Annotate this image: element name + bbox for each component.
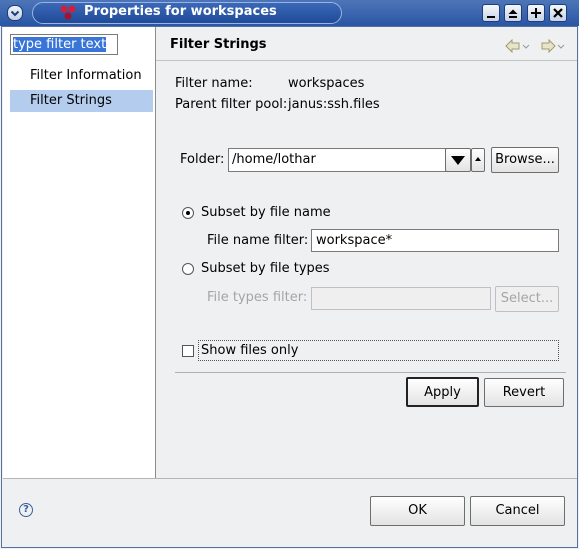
folder-label: Folder: (180, 152, 225, 167)
subset-by-types-radio[interactable] (182, 263, 194, 275)
browse-button-label: Browse... (495, 152, 555, 167)
sidebar-item-label: Filter Information (30, 68, 142, 83)
revert-button[interactable]: Revert (484, 378, 564, 407)
folder-value: /home/lothar (232, 152, 316, 167)
forward-arrow-icon[interactable] (540, 38, 566, 57)
footer-divider (3, 478, 577, 479)
filter-name-value: workspaces (288, 76, 365, 91)
file-name-filter-value: workspace* (316, 233, 393, 248)
show-files-only-checkbox[interactable] (182, 345, 194, 357)
cancel-button-label: Cancel (495, 503, 540, 518)
ok-button-label: OK (408, 503, 427, 518)
subset-by-name-radio[interactable] (182, 207, 194, 219)
ok-button[interactable]: OK (370, 496, 465, 526)
dropdown-arrow-icon (451, 156, 465, 165)
subset-by-types-label: Subset by file types (201, 261, 330, 276)
select-button[interactable]: Select... (495, 286, 559, 312)
parent-pool-label: Parent filter pool: (175, 97, 288, 112)
filter-name-label: Filter name: (175, 76, 253, 91)
content-divider (175, 372, 566, 373)
parent-pool-value: janus:ssh.files (288, 97, 380, 112)
help-icon[interactable]: ? (19, 503, 33, 517)
up-arrow-icon (475, 157, 481, 161)
minimize-icon[interactable] (482, 4, 500, 22)
subset-by-name-label: Subset by file name (201, 205, 331, 220)
header-divider (156, 60, 577, 61)
close-icon[interactable] (549, 4, 567, 22)
sidebar-item-label: Filter Strings (30, 93, 112, 108)
folder-history-button[interactable] (471, 148, 485, 172)
file-types-filter-label: File types filter: (207, 290, 308, 305)
app-icon (59, 4, 77, 25)
show-files-only-label: Show files only (201, 343, 299, 358)
window-title: Properties for workspaces (84, 4, 277, 19)
sidebar-item-filter-strings[interactable]: Filter Strings (10, 90, 153, 112)
browse-button[interactable]: Browse... (491, 147, 559, 173)
apply-button-label: Apply (424, 385, 461, 400)
file-name-filter-input[interactable]: workspace* (311, 229, 559, 252)
back-arrow-icon[interactable] (505, 38, 531, 57)
maximize-icon[interactable] (504, 4, 522, 22)
window-menu-icon[interactable] (7, 5, 23, 21)
sidebar-item-filter-information[interactable]: Filter Information (10, 65, 153, 87)
revert-button-label: Revert (502, 385, 546, 400)
cancel-button[interactable]: Cancel (470, 496, 565, 526)
filter-input[interactable]: type filter text (10, 34, 118, 55)
file-types-filter-input[interactable] (311, 287, 491, 310)
folder-dropdown-button[interactable] (445, 148, 471, 172)
apply-button[interactable]: Apply (406, 377, 479, 407)
restore-icon[interactable] (527, 4, 545, 22)
select-button-label: Select... (500, 291, 554, 306)
folder-combo[interactable]: /home/lothar (228, 148, 447, 172)
filter-placeholder: type filter text (13, 37, 107, 52)
file-name-filter-label: File name filter: (207, 233, 309, 248)
page-title: Filter Strings (170, 37, 267, 52)
